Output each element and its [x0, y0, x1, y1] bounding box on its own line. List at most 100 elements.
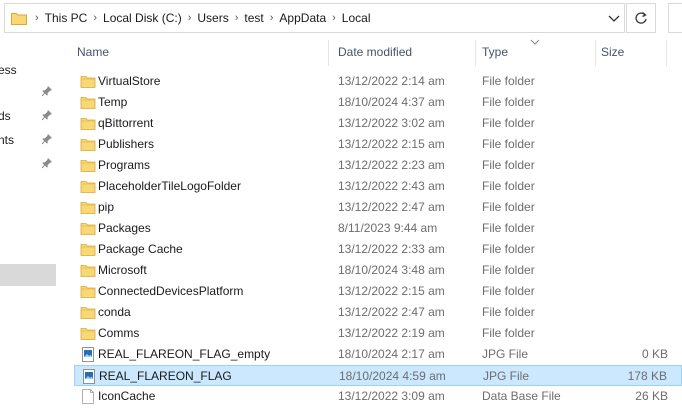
- column-divider[interactable]: [595, 40, 596, 66]
- column-header: Name Date modified Type Size: [70, 39, 682, 66]
- breadcrumb-item[interactable]: This PC: [45, 11, 88, 25]
- folder-icon: [80, 328, 96, 340]
- breadcrumb-item[interactable]: test: [244, 11, 263, 25]
- file-name: Comms: [98, 326, 140, 340]
- column-divider[interactable]: [328, 40, 329, 66]
- file-row[interactable]: Programs 13/12/2022 2:23 am File folder: [74, 155, 682, 176]
- file-row[interactable]: pip 13/12/2022 2:47 am File folder: [74, 197, 682, 218]
- breadcrumb-item[interactable]: Local: [342, 11, 371, 25]
- pin-icon: [41, 158, 52, 169]
- file-type: File folder: [482, 179, 535, 193]
- file-type: File folder: [482, 74, 535, 88]
- file-type: File folder: [482, 137, 535, 151]
- file-row[interactable]: Packages 8/11/2023 9:44 am File folder: [74, 218, 682, 239]
- file-name: qBittorrent: [98, 116, 154, 130]
- file-name: VirtualStore: [98, 74, 161, 88]
- folder-icon: [80, 181, 96, 193]
- file-type: JPG File: [482, 347, 529, 361]
- chevron-right-icon[interactable]: ›: [188, 12, 192, 24]
- chevron-down-icon[interactable]: [606, 10, 622, 26]
- file-row[interactable]: REAL_FLAREON_FLAG_empty 18/10/2024 2:17 a…: [74, 344, 682, 365]
- nav-item-documents[interactable]: nts: [0, 130, 58, 150]
- file-date-modified: 13/12/2022 3:02 am: [338, 116, 445, 130]
- file-type: File folder: [482, 263, 535, 277]
- file-name: IconCache: [98, 389, 156, 403]
- file-row[interactable]: conda 13/12/2022 2:47 am File folder: [74, 302, 682, 323]
- column-name[interactable]: Name: [77, 45, 109, 59]
- file-name: Package Cache: [98, 242, 183, 256]
- column-divider[interactable]: [475, 40, 476, 66]
- file-name: ConnectedDevicesPlatform: [98, 284, 244, 298]
- file-name: Packages: [98, 221, 151, 235]
- file-type: File folder: [482, 158, 535, 172]
- image-file-icon: [83, 369, 95, 384]
- pin-icon: [41, 110, 52, 121]
- file-name: Programs: [98, 158, 151, 172]
- folder-icon: [80, 307, 96, 319]
- file-name: REAL_FLAREON_FLAG: [99, 369, 232, 383]
- file-row[interactable]: IconCache 13/12/2022 3:09 am Data Base Fil…: [74, 386, 682, 407]
- file-row[interactable]: Temp 18/10/2024 4:37 am File folder: [74, 92, 682, 113]
- address-box[interactable]: › This PC › Local Disk (C:) › Users › test › AppD…: [4, 3, 625, 33]
- file-type: File folder: [482, 200, 535, 214]
- nav-item-selected[interactable]: [0, 264, 56, 286]
- file-type: File folder: [482, 326, 535, 340]
- refresh-button[interactable]: [626, 3, 656, 33]
- nav-item-downloads-label[interactable]: ds: [0, 106, 58, 126]
- file-type: File folder: [482, 221, 535, 235]
- file-date-modified: 13/12/2022 2:47 am: [338, 305, 445, 319]
- column-divider[interactable]: [666, 40, 667, 66]
- breadcrumb-item[interactable]: AppData: [279, 11, 326, 25]
- breadcrumb-item[interactable]: Users: [197, 11, 228, 25]
- file-size: 26 KB: [635, 389, 668, 403]
- file-date-modified: 18/10/2024 3:48 am: [338, 263, 445, 277]
- chevron-right-icon[interactable]: ›: [35, 12, 39, 24]
- chevron-right-icon[interactable]: ›: [332, 12, 336, 24]
- file-row[interactable]: Package Cache 13/12/2022 2:33 am File fold…: [74, 239, 682, 260]
- folder-icon: [80, 244, 96, 256]
- file-type: JPG File: [483, 369, 530, 383]
- image-file-icon: [82, 347, 94, 362]
- folder-icon: [80, 139, 96, 151]
- file-row[interactable]: qBittorrent 13/12/2022 3:02 am File folder: [74, 113, 682, 134]
- folder-icon: [80, 286, 96, 298]
- chevron-right-icon[interactable]: ›: [270, 12, 274, 24]
- file-date-modified: 13/12/2022 2:19 am: [338, 326, 445, 340]
- file-row[interactable]: Publishers 13/12/2022 2:15 am File folder: [74, 134, 682, 155]
- file-date-modified: 13/12/2022 2:43 am: [338, 179, 445, 193]
- breadcrumb-item[interactable]: Local Disk (C:): [103, 11, 182, 25]
- column-date-modified[interactable]: Date modified: [338, 45, 412, 59]
- file-row[interactable]: REAL_FLAREON_FLAG 18/10/2024 4:59 am JPG F…: [74, 365, 682, 386]
- file-row[interactable]: PlaceholderTileLogoFolder 13/12/2022 2:43…: [74, 176, 682, 197]
- file-name: Publishers: [98, 137, 155, 151]
- address-bar: › This PC › Local Disk (C:) › Users › test › AppD…: [0, 0, 682, 36]
- file-row[interactable]: VirtualStore 13/12/2022 2:14 am File folde…: [74, 71, 682, 92]
- file-date-modified: 8/11/2023 9:44 am: [338, 221, 438, 235]
- nav-item-pinned[interactable]: [0, 154, 58, 174]
- folder-icon: [80, 223, 96, 235]
- file-date-modified: 13/12/2022 2:14 am: [338, 74, 445, 88]
- nav-item-quick-access[interactable]: ess: [0, 60, 58, 80]
- database-file-icon: [82, 389, 94, 404]
- file-row[interactable]: ConnectedDevicesPlatform 13/12/2022 2:15 …: [74, 281, 682, 302]
- folder-icon: [80, 76, 96, 88]
- file-row[interactable]: Microsoft 18/10/2024 3:48 am File folder: [74, 260, 682, 281]
- file-type: File folder: [482, 116, 535, 130]
- folder-icon: [80, 160, 96, 172]
- chevron-right-icon[interactable]: ›: [93, 12, 97, 24]
- column-type[interactable]: Type: [482, 45, 508, 59]
- file-date-modified: 13/12/2022 3:09 am: [338, 389, 445, 403]
- file-date-modified: 18/10/2024 4:37 am: [338, 95, 445, 109]
- column-size[interactable]: Size: [601, 45, 624, 59]
- file-type: File folder: [482, 95, 535, 109]
- chevron-right-icon[interactable]: ›: [235, 12, 239, 24]
- pin-icon: [41, 134, 52, 145]
- search-box[interactable]: [668, 3, 682, 33]
- file-name: Microsoft: [98, 263, 147, 277]
- refresh-icon: [635, 12, 647, 24]
- file-name: REAL_FLAREON_FLAG_empty: [98, 347, 271, 361]
- breadcrumb: › This PC › Local Disk (C:) › Users › test › AppD…: [29, 4, 370, 32]
- nav-item-downloads[interactable]: [0, 82, 58, 102]
- file-row[interactable]: Comms 13/12/2022 2:19 am File folder: [74, 323, 682, 344]
- folder-icon: [80, 265, 96, 277]
